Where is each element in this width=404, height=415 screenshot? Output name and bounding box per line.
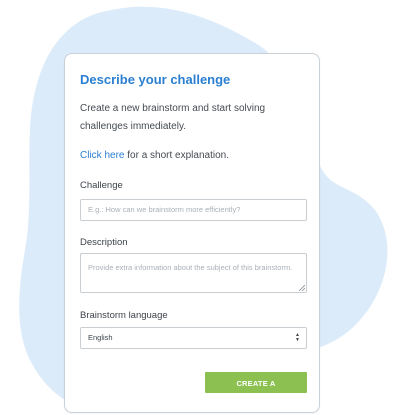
challenge-placeholder: E.g.: How can we brainstorm more efficie… bbox=[88, 205, 241, 214]
chevron-up-down-icon: ▲ ▼ bbox=[295, 332, 300, 343]
create-brainstorm-button[interactable]: CREATE A BRAINSTORM bbox=[205, 372, 307, 409]
explanation-text: for a short explanation. bbox=[124, 150, 229, 161]
description-label: Description bbox=[80, 237, 128, 248]
description-textarea[interactable]: Provide extra information about the subj… bbox=[80, 253, 307, 293]
challenge-label: Challenge bbox=[80, 180, 123, 191]
click-here-link[interactable]: Click here bbox=[80, 150, 124, 161]
card-title: Describe your challenge bbox=[80, 72, 231, 87]
description-placeholder: Provide extra information about the subj… bbox=[88, 263, 293, 272]
intro-text: Create a new brainstorm and start solvin… bbox=[80, 103, 266, 132]
language-selected-value: English bbox=[88, 333, 113, 342]
explanation-line: Click here for a short explanation. bbox=[80, 150, 229, 161]
language-select[interactable]: English ▲ ▼ bbox=[80, 327, 307, 349]
create-brainstorm-card: Describe your challenge Create a new bra… bbox=[64, 53, 320, 413]
resize-handle-icon[interactable] bbox=[299, 285, 305, 291]
challenge-input[interactable]: E.g.: How can we brainstorm more efficie… bbox=[80, 199, 307, 221]
language-label: Brainstorm language bbox=[80, 310, 168, 321]
